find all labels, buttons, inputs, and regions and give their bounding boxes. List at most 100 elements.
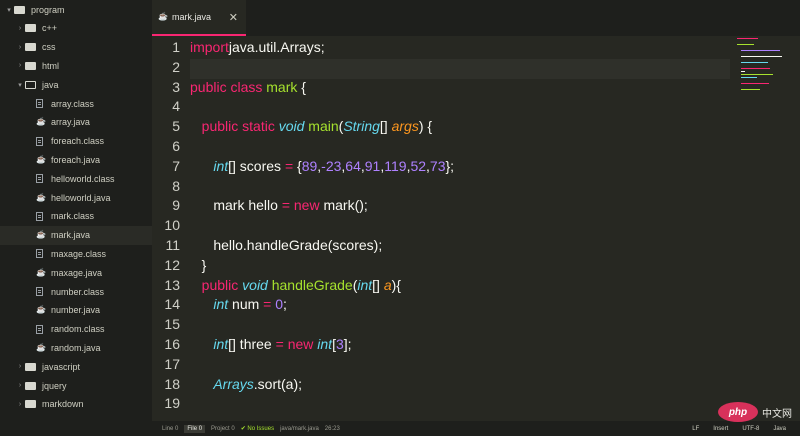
line-number: 17 (164, 355, 180, 372)
folder-icon (25, 362, 36, 371)
status-right-group: LF Insert UTF-8 Java (684, 421, 792, 436)
code-line[interactable]: mark hello = new mark(); (190, 197, 367, 217)
minimap-line (741, 56, 783, 57)
status-grammar[interactable]: Java (773, 426, 786, 432)
minimap[interactable] (735, 38, 795, 108)
chevron-right-icon[interactable]: › (15, 25, 25, 32)
chevron-right-icon[interactable]: › (15, 363, 25, 370)
tree-item-helloworld-java[interactable]: ☕ helloworld.java (0, 188, 152, 207)
code-token: = (284, 157, 294, 174)
code-editor[interactable]: importjava.util.Arrays; public class mark… (190, 37, 730, 421)
tree-item-random-java[interactable]: ☕ random.java (0, 338, 152, 357)
tab-label: mark.java (172, 12, 212, 22)
chevron-right-icon[interactable]: › (15, 382, 25, 389)
tab-mark-java[interactable]: ☕ mark.java ✕ (152, 0, 246, 36)
tree-item-label: foreach.java (51, 154, 101, 165)
tree-item-foreach-class[interactable]: foreach.class (0, 132, 152, 151)
minimap-line (741, 89, 760, 90)
tree-item-maxage-java[interactable]: ☕ maxage.java (0, 263, 152, 282)
code-token: [] scores (228, 157, 285, 174)
watermark-text: 中文网 (762, 408, 792, 420)
status-line-count[interactable]: Line 0 (162, 426, 178, 432)
status-file-path[interactable]: java/mark.java (280, 426, 319, 432)
folder-icon (25, 24, 36, 33)
tree-item-label: java (42, 79, 59, 90)
minimap-line (741, 62, 768, 63)
close-tab-icon[interactable]: ✕ (229, 11, 238, 24)
tree-item-label: markdown (42, 399, 84, 410)
tree-item-javascript[interactable]: › javascript (0, 357, 152, 376)
code-token: java.util.Arrays; (228, 39, 325, 55)
status-file-count[interactable]: File 0 (184, 424, 206, 433)
code-line[interactable]: int[] scores = {89,-23,64,91,119,52,73}; (190, 158, 454, 178)
project-tree: ▾ program › c++ › css › html ▾ java array.class ☕ ar… (0, 0, 152, 436)
tree-item-html[interactable]: › html (0, 56, 152, 75)
tree-item-jquery[interactable]: › jquery (0, 376, 152, 395)
status-mode[interactable]: Insert (713, 426, 728, 432)
code-token: String (343, 118, 380, 135)
code-token: num (228, 296, 264, 313)
chevron-right-icon[interactable]: › (15, 401, 25, 408)
minimap-line (741, 77, 758, 78)
code-line[interactable]: public void handleGrade(int[] a){ (190, 277, 401, 297)
code-line[interactable]: public class mark { (190, 79, 306, 99)
code-token: { (293, 157, 302, 174)
status-issues[interactable]: ✔ No Issues (241, 425, 274, 432)
tree-item-number-class[interactable]: number.class (0, 282, 152, 301)
status-encoding[interactable]: UTF-8 (742, 426, 759, 432)
tree-item-c-[interactable]: › c++ (0, 19, 152, 38)
tree-item-mark-java[interactable]: ☕ mark.java (0, 225, 152, 245)
code-line[interactable]: int[] three = new int[3]; (190, 336, 351, 356)
code-line[interactable]: hello.handleGrade(scores); (190, 237, 382, 257)
tree-item-random-class[interactable]: random.class (0, 320, 152, 339)
code-token: void (242, 276, 268, 293)
code-token: import (190, 39, 229, 55)
status-line-ending[interactable]: LF (692, 426, 699, 432)
tree-item-markdown[interactable]: › markdown (0, 395, 152, 414)
code-token: }; (445, 157, 455, 174)
tree-item-label: number.class (51, 286, 105, 297)
code-line[interactable]: } (190, 257, 207, 277)
tree-item-program[interactable]: ▾ program (0, 0, 152, 19)
tree-item-label: html (42, 60, 60, 71)
line-number: 8 (172, 177, 180, 194)
line-number: 9 (172, 197, 180, 214)
tree-item-label: maxage.class (51, 248, 107, 259)
code-token: main (308, 118, 339, 135)
tree-item-foreach-java[interactable]: ☕ foreach.java (0, 150, 152, 169)
tree-item-label: c++ (42, 23, 58, 34)
code-line[interactable]: public static void main(String[] args) { (190, 118, 432, 138)
code-line[interactable]: int num = 0; (190, 296, 287, 316)
code-line[interactable]: importjava.util.Arrays; (190, 39, 325, 59)
tree-item-helloworld-class[interactable]: helloworld.class (0, 169, 152, 188)
line-number: 7 (172, 157, 180, 174)
tree-item-maxage-class[interactable]: maxage.class (0, 244, 152, 263)
code-token: args (391, 118, 419, 135)
tree-item-mark-class[interactable]: mark.class (0, 207, 152, 226)
folder-icon (25, 61, 36, 70)
status-project-count[interactable]: Project 0 (211, 426, 235, 432)
code-token: = (275, 336, 284, 352)
chevron-right-icon[interactable]: › (15, 44, 25, 51)
tree-item-array-java[interactable]: ☕ array.java (0, 113, 152, 132)
java-file-icon: ☕ (36, 342, 46, 352)
tree-item-css[interactable]: › css (0, 38, 152, 57)
tree-item-java[interactable]: ▾ java (0, 75, 152, 94)
chevron-right-icon[interactable]: › (15, 62, 25, 69)
chevron-down-icon[interactable]: ▾ (15, 81, 25, 89)
tree-item-label: program (31, 4, 65, 15)
code-token: handleGrade (271, 276, 353, 293)
tree-item-array-class[interactable]: array.class (0, 94, 152, 113)
code-line[interactable]: Arrays.sort(a); (190, 376, 302, 396)
tree-item-label: mark.class (51, 211, 95, 222)
tree-item-label: random.java (51, 342, 101, 353)
minimap-line (741, 83, 769, 84)
chevron-down-icon[interactable]: ▾ (4, 6, 14, 14)
code-line[interactable] (190, 58, 730, 79)
code-token: 119 (384, 157, 407, 174)
folder-icon (14, 5, 25, 14)
line-number: 6 (172, 138, 180, 154)
tree-item-number-java[interactable]: ☕ number.java (0, 301, 152, 320)
status-cursor-position[interactable]: 26:23 (325, 426, 340, 432)
line-number: 11 (165, 237, 180, 253)
